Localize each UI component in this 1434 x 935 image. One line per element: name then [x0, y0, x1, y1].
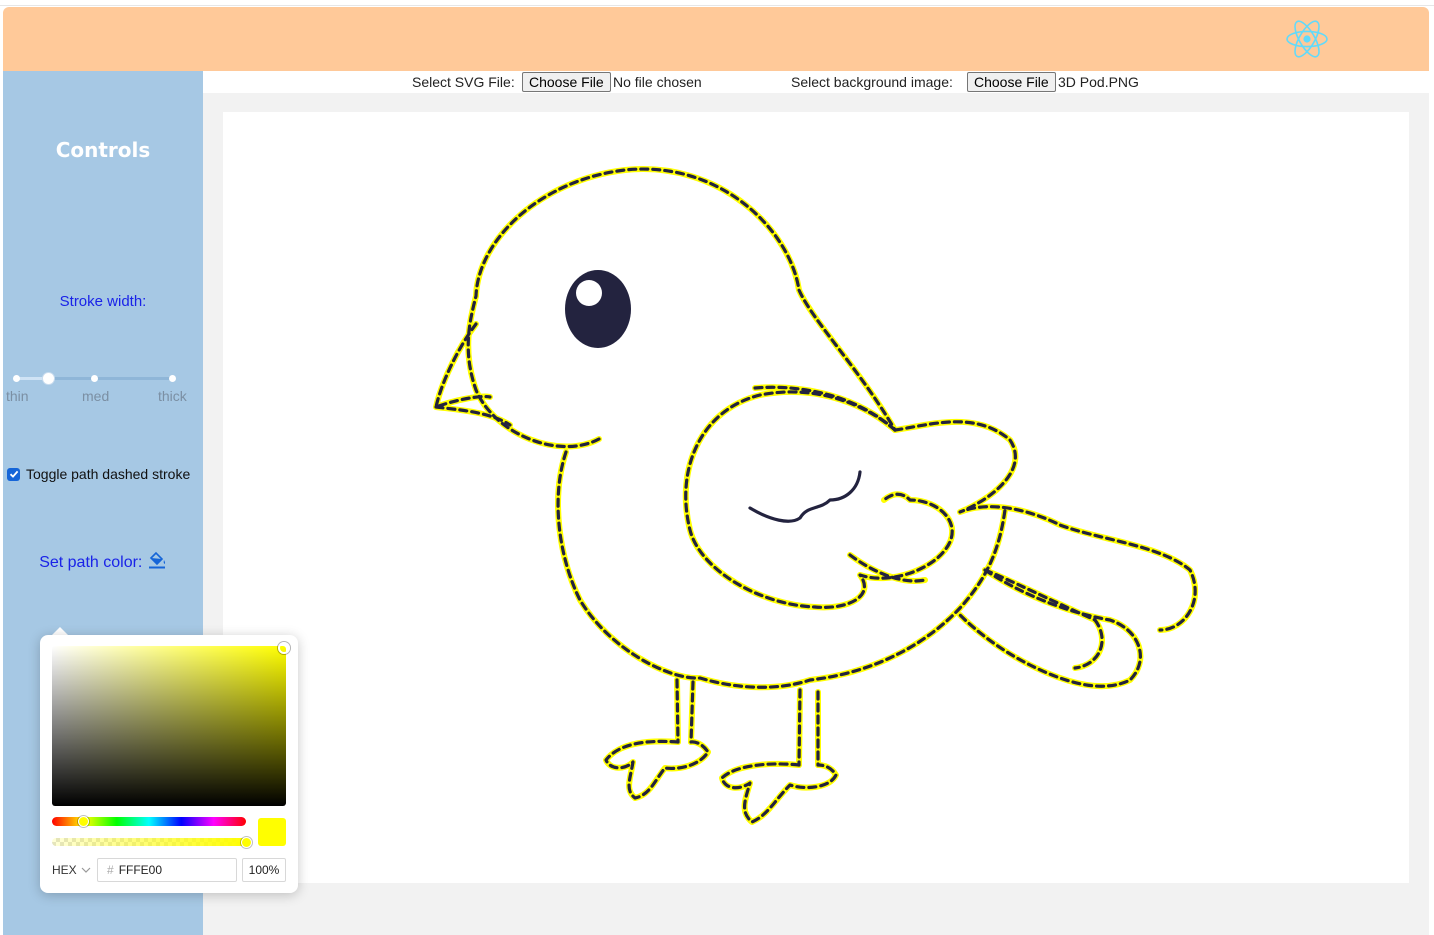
- dashed-stroke-toggle[interactable]: Toggle path dashed stroke: [7, 466, 190, 482]
- svg-file-status: No file chosen: [613, 74, 702, 90]
- chevron-down-icon: [81, 867, 91, 873]
- hue-handle[interactable]: [78, 816, 89, 827]
- slider-thumb[interactable]: [43, 373, 54, 384]
- slider-mark-thick: thick: [158, 388, 187, 404]
- paint-bucket-icon[interactable]: [147, 551, 167, 569]
- hex-input[interactable]: # FFFE00: [97, 858, 237, 882]
- alpha-handle[interactable]: [241, 837, 252, 848]
- slider-dot-thick[interactable]: [169, 375, 176, 382]
- stroke-width-label: Stroke width:: [59, 293, 147, 310]
- color-picker-arrow: [52, 627, 68, 635]
- svg-file-label: Select SVG File:: [412, 74, 515, 90]
- dashed-stroke-checkbox[interactable]: [7, 467, 20, 481]
- background-file-status: 3D Pod.PNG: [1058, 74, 1139, 90]
- color-picker-popover[interactable]: HEX # FFFE00 100%: [40, 635, 298, 893]
- app-header: [3, 7, 1429, 71]
- alpha-slider[interactable]: [52, 838, 246, 846]
- color-format-select[interactable]: HEX: [52, 863, 91, 877]
- color-format-value: HEX: [52, 863, 77, 877]
- saturation-area[interactable]: [52, 646, 286, 806]
- react-atom-icon: [1286, 20, 1328, 58]
- dashed-stroke-label: Toggle path dashed stroke: [26, 466, 191, 482]
- browser-top-edge: [0, 0, 1434, 6]
- choose-svg-file-button[interactable]: Choose File: [522, 72, 611, 92]
- choose-background-file-button[interactable]: Choose File: [967, 72, 1056, 92]
- checkmark-icon: [9, 470, 18, 478]
- hash-icon: #: [107, 863, 114, 877]
- bird-outline-drawing[interactable]: [223, 112, 1409, 883]
- slider-dot-thin[interactable]: [13, 375, 20, 382]
- slider-mark-thin: thin: [6, 388, 29, 404]
- color-preview-swatch: [258, 818, 286, 846]
- path-color-label: Set path color:: [39, 554, 143, 571]
- main-area: Select SVG File: Choose File No file cho…: [203, 71, 1429, 935]
- hex-value: FFFE00: [118, 863, 163, 877]
- controls-title: Controls: [55, 138, 151, 162]
- slider-mark-med: med: [82, 388, 110, 404]
- alpha-input[interactable]: 100%: [242, 858, 286, 882]
- file-inputs-bar: Select SVG File: Choose File No file cho…: [203, 71, 1429, 93]
- background-image-label: Select background image:: [791, 74, 953, 90]
- path-color-row[interactable]: Set path color:: [3, 551, 203, 572]
- saturation-handle[interactable]: [278, 642, 290, 654]
- drawing-canvas[interactable]: [223, 112, 1409, 883]
- slider-dot-med[interactable]: [91, 375, 98, 382]
